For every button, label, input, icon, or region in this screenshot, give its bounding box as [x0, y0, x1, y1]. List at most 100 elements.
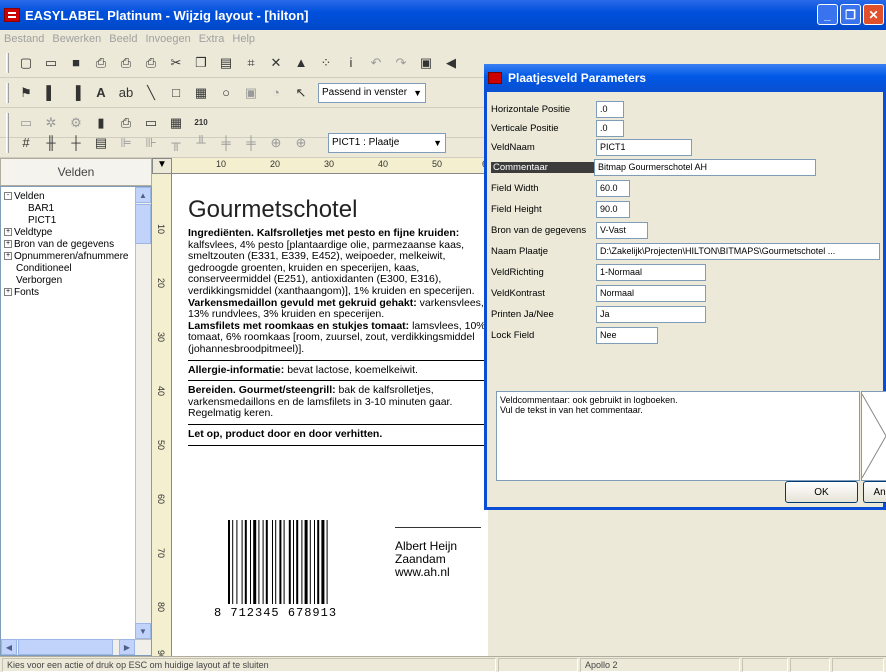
zoom-out-icon[interactable]: ◔: [268, 85, 284, 101]
horizontal-position-input[interactable]: .0: [596, 100, 624, 118]
crosshair-icon[interactable]: ┼: [68, 135, 84, 151]
undo-icon[interactable]: ↶: [368, 55, 384, 71]
toolbar-grip[interactable]: [6, 132, 9, 153]
expand-icon[interactable]: +: [4, 240, 12, 248]
center-h-icon[interactable]: ╪: [218, 135, 234, 151]
small-text-icon[interactable]: ab: [118, 85, 134, 101]
align-left-icon[interactable]: ⊫: [118, 135, 134, 151]
tree-item-pict1[interactable]: PICT1: [4, 214, 148, 226]
align-icon[interactable]: ▤: [93, 135, 109, 151]
barcode2-icon[interactable]: ▐: [68, 85, 84, 101]
contrast-input[interactable]: Normaal: [596, 284, 706, 302]
field-wizard-icon[interactable]: ⚑: [18, 85, 34, 101]
minimize-button[interactable]: _: [817, 4, 838, 25]
tree-item-verborgen[interactable]: Verborgen: [4, 274, 148, 286]
toolbar-grip[interactable]: [6, 52, 9, 73]
ok-button[interactable]: OK: [785, 481, 858, 503]
menu-beeld[interactable]: Beeld: [109, 33, 137, 45]
collapse-icon[interactable]: -: [4, 192, 12, 200]
grid-hash-icon[interactable]: #: [18, 135, 34, 151]
align-right-icon[interactable]: ⊪: [143, 135, 159, 151]
field-name-input[interactable]: PICT1: [596, 138, 692, 156]
paste-icon[interactable]: ▤: [218, 55, 234, 71]
expand-icon[interactable]: +: [4, 228, 12, 236]
print-setup-icon[interactable]: ⎙: [143, 55, 159, 71]
ellipse-icon[interactable]: ○: [218, 85, 234, 101]
cut-icon[interactable]: ✂: [168, 55, 184, 71]
properties-icon[interactable]: ⌗: [243, 55, 259, 71]
tree-item-fonts[interactable]: + Fonts: [4, 286, 148, 298]
ruler-corner[interactable]: ▼: [152, 158, 172, 174]
data-source-input[interactable]: V-Vast: [596, 221, 648, 239]
scroll-up-icon[interactable]: ▲: [135, 187, 151, 203]
expand-icon[interactable]: +: [4, 252, 12, 260]
scroll-thumb[interactable]: [18, 639, 113, 655]
close-button[interactable]: ✕: [863, 4, 884, 25]
field-select[interactable]: PICT1 : Plaatje ▼: [328, 132, 446, 153]
image-icon[interactable]: ▣: [418, 55, 434, 71]
grid-icon[interactable]: ⁘: [318, 55, 334, 71]
label-canvas[interactable]: ▼ 10 20 30 40 50 6 10 20 30 40 50 60 70 …: [152, 158, 488, 660]
label-preview[interactable]: Gourmetschotel Ingrediënten. Kalfsrollet…: [178, 180, 488, 656]
menu-extra[interactable]: Extra: [199, 33, 225, 45]
scroll-right-icon[interactable]: ▶: [119, 639, 135, 655]
tree-item-bron[interactable]: + Bron van de gegevens: [4, 238, 148, 250]
print-input[interactable]: Ja: [596, 305, 706, 323]
lock-icon[interactable]: ▲: [293, 55, 309, 71]
scroll-down-icon[interactable]: ▼: [135, 623, 151, 639]
vertical-scrollbar[interactable]: ▲ ▼: [135, 187, 151, 655]
field-image-name: Naam Plaatje D:\Zakelijk\Projecten\HILTON…: [491, 242, 880, 260]
barcode-icon[interactable]: ▌: [43, 85, 59, 101]
redo-icon[interactable]: ↷: [393, 55, 409, 71]
distribute2-icon[interactable]: ⊕: [293, 135, 309, 151]
dialog-title-bar[interactable]: Plaatjesveld Parameters: [484, 64, 886, 92]
center-v-icon[interactable]: ╪: [243, 135, 259, 151]
drawing-toolbar: ⚑ ▌ ▐ A ab ╲ □ ▦ ○ ▣ ◔ ↖ Passend in vens…: [0, 78, 500, 108]
tree-item-opnummeren[interactable]: + Opnummeren/afnummere: [4, 250, 148, 262]
lock-input[interactable]: Nee: [596, 326, 658, 344]
scroll-thumb[interactable]: [135, 204, 151, 244]
direction-input[interactable]: 1-Normaal: [596, 263, 706, 281]
grid-snap-icon[interactable]: ╫: [43, 135, 59, 151]
distribute-icon[interactable]: ⊕: [268, 135, 284, 151]
preview-shape: [861, 393, 886, 479]
menu-bestand[interactable]: Bestand: [4, 33, 44, 45]
pointer-icon[interactable]: ↖: [293, 85, 309, 101]
tree-item-veldtype[interactable]: + Veldtype: [4, 226, 148, 238]
toolbar-grip[interactable]: [6, 82, 9, 103]
expand-icon[interactable]: +: [4, 288, 12, 296]
cancel-button[interactable]: Anr: [863, 481, 886, 503]
menu-help[interactable]: Help: [232, 33, 255, 45]
text-icon[interactable]: A: [93, 85, 109, 101]
field-print: Printen Ja/Nee Ja: [491, 305, 706, 323]
picture-icon[interactable]: ▦: [193, 85, 209, 101]
tree-item-bar1[interactable]: BAR1: [4, 202, 148, 214]
copy-icon[interactable]: ❐: [193, 55, 209, 71]
image-name-input[interactable]: D:\Zakelijk\Projecten\HILTON\BITMAPS\Gou…: [596, 242, 880, 260]
line-icon[interactable]: ╲: [143, 85, 159, 101]
print-icon[interactable]: ⎙: [93, 55, 109, 71]
comment-input[interactable]: Bitmap Gourmerschotel AH: [594, 158, 816, 176]
scroll-left-icon[interactable]: ◀: [1, 639, 17, 655]
zoom-select[interactable]: Passend in venster ▼: [318, 82, 426, 103]
new-icon[interactable]: ▢: [18, 55, 34, 71]
maximize-button[interactable]: ❐: [840, 4, 861, 25]
field-width-input[interactable]: 60.0: [596, 179, 630, 197]
save-icon[interactable]: ■: [68, 55, 84, 71]
align-bottom-icon[interactable]: ╨: [193, 135, 209, 151]
info-icon[interactable]: i: [343, 55, 359, 71]
field-height-input[interactable]: 90.0: [596, 200, 630, 218]
inverse-icon[interactable]: ▣: [243, 85, 259, 101]
vertical-position-input[interactable]: .0: [596, 119, 624, 137]
rectangle-icon[interactable]: □: [168, 85, 184, 101]
open-icon[interactable]: ▭: [43, 55, 59, 71]
tree-item-velden[interactable]: - Velden: [4, 190, 148, 202]
horizontal-scrollbar[interactable]: ◀ ▶: [1, 639, 151, 655]
print-preview-icon[interactable]: ⎙: [118, 55, 134, 71]
delete-icon[interactable]: ✕: [268, 55, 284, 71]
tree-item-conditioneel[interactable]: Conditioneel: [4, 262, 148, 274]
arrow-left-icon[interactable]: ◀: [443, 55, 459, 71]
menu-invoegen[interactable]: Invoegen: [145, 33, 190, 45]
align-top-icon[interactable]: ╥: [168, 135, 184, 151]
menu-bewerken[interactable]: Bewerken: [52, 33, 101, 45]
